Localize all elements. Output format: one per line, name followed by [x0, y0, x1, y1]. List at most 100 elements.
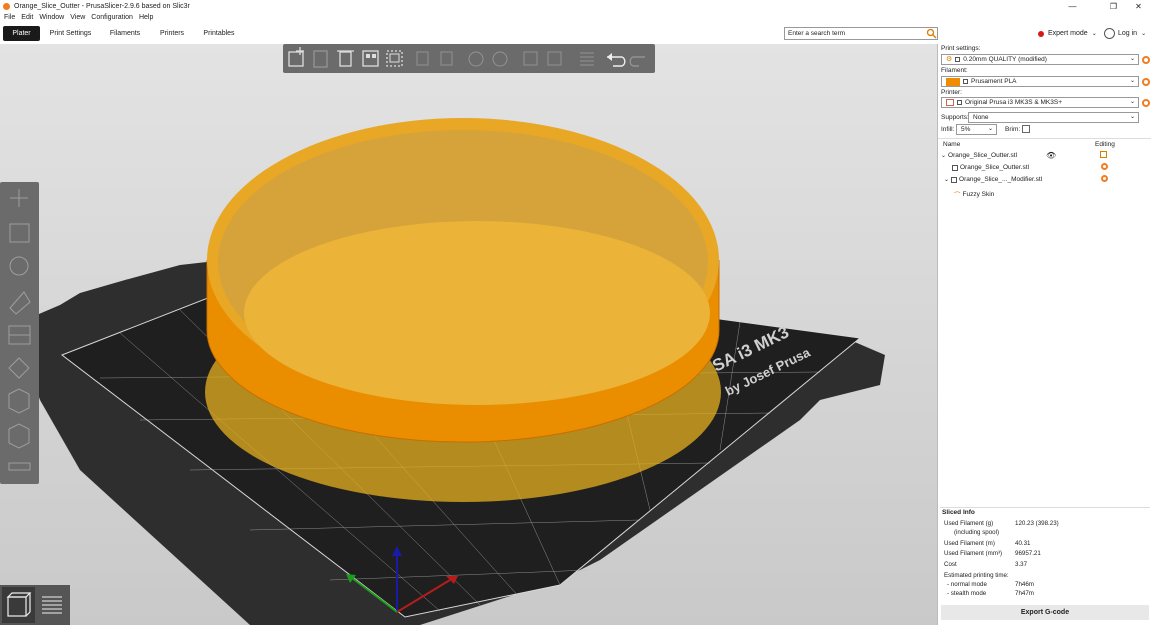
filament-gear-icon[interactable]: [1142, 78, 1150, 86]
left-toolbar: [0, 182, 39, 484]
stealth-mode-value: 7h47m: [1015, 590, 1034, 597]
measure-icon[interactable]: [8, 462, 31, 471]
menu-file[interactable]: File: [4, 14, 15, 21]
lock-icon: [955, 57, 961, 62]
infill-value: 5%: [961, 126, 971, 133]
maximize-button[interactable]: ❐: [1101, 0, 1126, 12]
paste-icon[interactable]: [440, 51, 453, 66]
chevron-down-icon: ⌄: [1091, 31, 1097, 37]
print-settings-label: Print settings:: [941, 45, 981, 52]
supports-value: None: [973, 114, 989, 121]
split-objects-icon[interactable]: [523, 51, 538, 66]
window-title: Orange_Slice_Outter - PrusaSlicer-2.9.6 …: [14, 2, 190, 10]
used-filament-mm3-label: Used Filament (mm³): [944, 550, 1003, 557]
printer-icon: [946, 99, 954, 106]
used-filament-m-value: 40.31: [1015, 540, 1031, 547]
copy-icon[interactable]: [416, 51, 429, 66]
search-input[interactable]: Enter a search term: [784, 27, 938, 40]
login-label: Log in: [1118, 30, 1138, 37]
modifier-icon: [951, 176, 958, 183]
tab-filaments[interactable]: Filaments: [106, 26, 144, 41]
filament-combo[interactable]: Prusament PLA ⌄: [941, 76, 1139, 87]
move-icon[interactable]: [10, 189, 28, 207]
export-gcode-button[interactable]: Export G-code: [941, 605, 1149, 620]
right-sidebar: Print settings: ⚙ 0.20mm QUALITY (modifi…: [937, 44, 1151, 625]
normal-mode-value: 7h46m: [1015, 581, 1034, 588]
mmu-painting-icon[interactable]: [8, 423, 30, 449]
menu-window[interactable]: Window: [39, 14, 64, 21]
add-object-icon[interactable]: [288, 47, 304, 67]
minimize-button[interactable]: —: [1060, 0, 1085, 12]
estimated-time-label: Estimated printing time:: [944, 572, 1009, 579]
cut-icon[interactable]: [8, 325, 31, 345]
including-spool-label: (including spool): [954, 529, 1000, 536]
layers-editing-icon[interactable]: [580, 52, 594, 66]
col-header-name: Name: [943, 141, 961, 148]
tab-plater[interactable]: Plater: [3, 26, 40, 41]
menu-bar: File Edit Window View Configuration Help: [0, 12, 155, 23]
brim-checkbox[interactable]: [1022, 125, 1030, 133]
modifier-row[interactable]: ⌄ Orange_Slice_..._Modifier.stl: [944, 176, 1042, 183]
tab-printers[interactable]: Printers: [156, 26, 188, 41]
rotate-icon[interactable]: [9, 256, 29, 276]
mode-status-icon: [1038, 30, 1044, 37]
eye-icon[interactable]: 👁: [1046, 151, 1056, 160]
scale-icon[interactable]: [9, 223, 30, 243]
place-on-face-icon[interactable]: [9, 291, 31, 315]
mode-selector[interactable]: Expert mode ⌄: [1038, 28, 1097, 39]
delete-all-icon[interactable]: [337, 50, 354, 67]
close-button[interactable]: ✕: [1126, 0, 1151, 12]
arrange-icon[interactable]: [362, 50, 379, 67]
chevron-down-icon: ⌄: [1129, 56, 1135, 62]
object-row[interactable]: ⌄ Orange_Slice_Outter.stl: [941, 152, 1017, 159]
fuzzy-skin-label: Fuzzy Skin: [962, 190, 995, 198]
sliced-info-title: Sliced Info: [942, 509, 975, 516]
printer-combo[interactable]: Original Prusa i3 MK3S & MK3S+ ⌄: [941, 97, 1139, 108]
used-filament-g-value: 120.23 (398.23): [1015, 520, 1059, 527]
settings-icon[interactable]: [1101, 175, 1108, 182]
print-settings-value: 0.20mm QUALITY (modified): [963, 56, 1047, 63]
arrange-selection-icon[interactable]: [386, 50, 403, 67]
3d-scene: SA i3 MK3 by Josef Prusa: [18, 118, 885, 625]
supports-combo[interactable]: None ⌄: [968, 112, 1139, 123]
tab-printables[interactable]: Printables: [200, 26, 238, 41]
undo-icon[interactable]: [607, 53, 626, 67]
tab-print-settings[interactable]: Print Settings: [47, 26, 94, 41]
search-icon[interactable]: [926, 28, 937, 39]
3d-view-icon[interactable]: [2, 587, 35, 623]
3d-viewport[interactable]: SA i3 MK3 by Josef Prusa: [0, 44, 937, 625]
print-settings-combo[interactable]: ⚙ 0.20mm QUALITY (modified) ⌄: [941, 54, 1139, 65]
login-button[interactable]: Log in ⌄: [1104, 27, 1146, 40]
seam-painting-icon[interactable]: [8, 388, 30, 414]
infill-label: Infill:: [941, 126, 955, 133]
edit-icon[interactable]: [1100, 151, 1107, 158]
lock-icon: [963, 79, 968, 84]
chevron-down-icon: ⌄: [1129, 114, 1135, 120]
remove-instance-icon[interactable]: [492, 51, 508, 67]
menu-edit[interactable]: Edit: [21, 14, 33, 21]
chevron-down-icon: ⌄: [1129, 99, 1135, 105]
redo-icon[interactable]: [629, 56, 645, 67]
divider: [938, 138, 1151, 139]
settings-icon[interactable]: [1101, 163, 1108, 170]
print-settings-gear-icon[interactable]: [1142, 56, 1150, 64]
fuzzy-skin-row[interactable]: ⌒ Fuzzy Skin: [954, 189, 995, 200]
lock-icon: [957, 100, 962, 105]
delete-icon[interactable]: [313, 50, 328, 68]
printer-gear-icon[interactable]: [1142, 99, 1150, 107]
paint-supports-icon[interactable]: [8, 357, 30, 379]
add-instance-icon[interactable]: [468, 51, 484, 67]
user-icon: [1104, 28, 1115, 39]
chevron-down-icon: ⌄: [1141, 31, 1147, 37]
menu-help[interactable]: Help: [139, 14, 153, 21]
printer-label: Printer:: [941, 89, 962, 96]
split-parts-icon[interactable]: [547, 51, 562, 66]
view-toggle: [0, 585, 70, 625]
divider: [940, 507, 1150, 508]
preview-icon[interactable]: [37, 587, 68, 623]
part-row[interactable]: Orange_Slice_Outter.stl: [952, 164, 1029, 171]
menu-view[interactable]: View: [70, 14, 85, 21]
infill-combo[interactable]: 5% ⌄: [956, 124, 997, 135]
part-name: Orange_Slice_Outter.stl: [960, 164, 1030, 171]
menu-configuration[interactable]: Configuration: [91, 14, 133, 21]
